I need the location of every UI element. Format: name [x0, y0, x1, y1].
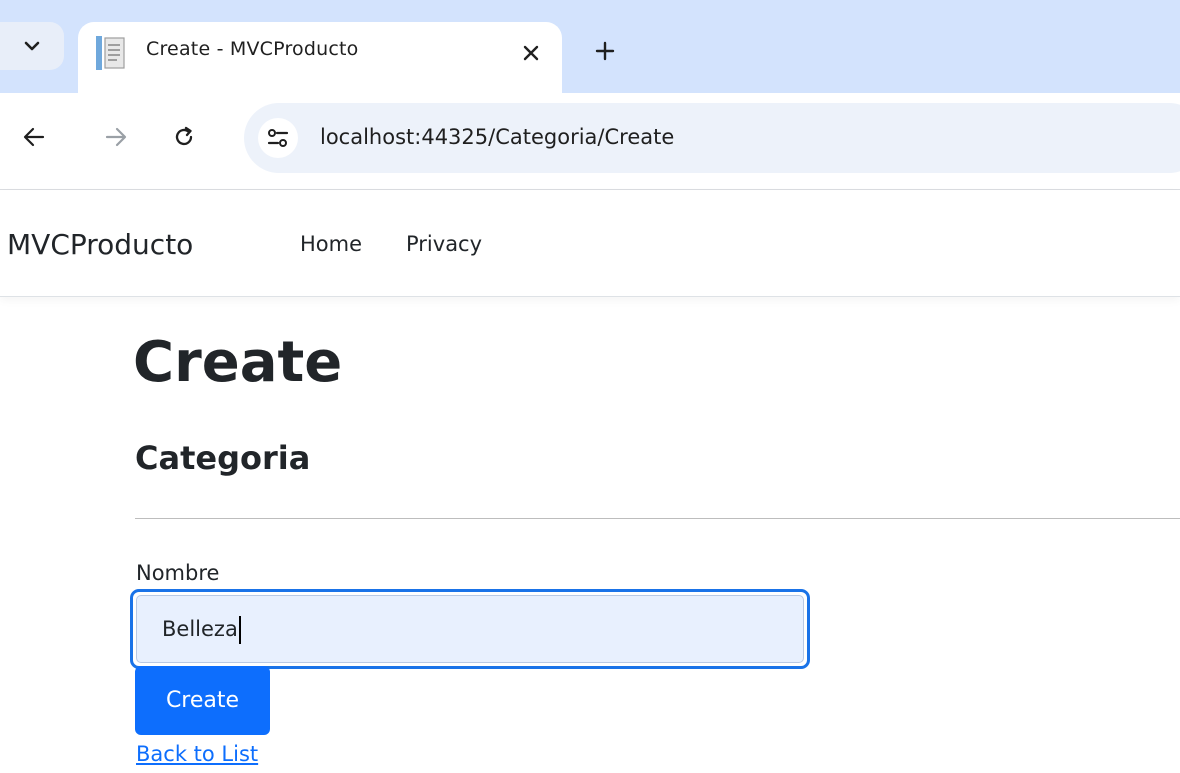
site-info-button[interactable] — [258, 118, 298, 158]
nav-link-home[interactable]: Home — [300, 232, 362, 256]
nombre-input-value: Belleza — [162, 616, 241, 644]
browser-toolbar: localhost:44325/Categoria/Create — [0, 93, 1180, 190]
nombre-input-field[interactable]: Belleza — [136, 595, 804, 663]
plus-icon — [595, 41, 615, 61]
page-title: Create — [133, 330, 343, 395]
nombre-input[interactable]: Belleza — [130, 589, 810, 669]
nombre-label: Nombre — [136, 561, 220, 585]
page-icon — [96, 36, 125, 70]
close-icon — [523, 45, 539, 61]
create-button[interactable]: Create — [135, 666, 270, 735]
back-button[interactable] — [14, 117, 54, 157]
site-navbar: MVCProducto Home Privacy — [0, 190, 1180, 297]
back-to-list-link[interactable]: Back to List — [136, 742, 258, 766]
chevron-down-icon — [24, 41, 40, 51]
forward-button[interactable] — [96, 117, 136, 157]
arrow-right-icon — [105, 127, 127, 147]
address-bar[interactable]: localhost:44325/Categoria/Create — [244, 103, 1180, 173]
tune-icon — [267, 129, 289, 147]
arrow-left-icon — [23, 127, 45, 147]
nombre-input-text: Belleza — [162, 617, 238, 641]
text-caret — [238, 616, 241, 644]
navbar-brand[interactable]: MVCProducto — [7, 228, 193, 261]
tab-search-button[interactable] — [0, 22, 64, 70]
page-subtitle: Categoria — [135, 439, 311, 477]
tab-title: Create - MVCProducto — [146, 38, 359, 60]
browser-tab-active[interactable]: Create - MVCProducto — [78, 22, 562, 93]
new-tab-button[interactable] — [588, 34, 622, 68]
reload-button[interactable] — [164, 117, 204, 157]
divider — [135, 518, 1180, 519]
reload-icon — [175, 126, 193, 146]
url-text[interactable]: localhost:44325/Categoria/Create — [320, 125, 674, 149]
browser-tabstrip: Create - MVCProducto — [0, 0, 1180, 93]
tab-close-button[interactable] — [516, 38, 546, 68]
nav-link-privacy[interactable]: Privacy — [406, 232, 482, 256]
